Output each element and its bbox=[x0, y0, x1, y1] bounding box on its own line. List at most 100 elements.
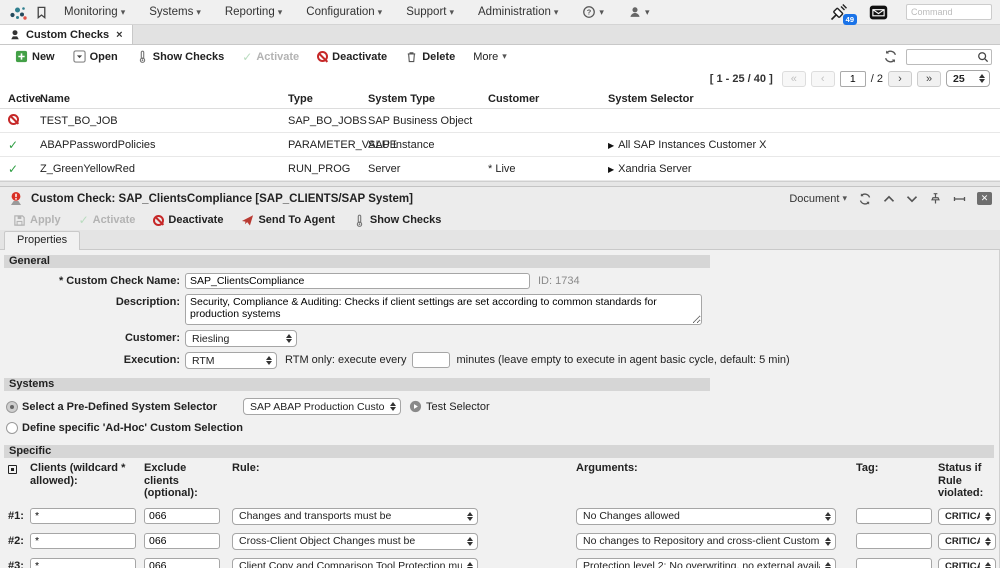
col-type[interactable]: Type bbox=[288, 93, 368, 105]
description-textarea[interactable]: Security, Compliance & Auditing: Checks … bbox=[185, 294, 702, 325]
clients-input[interactable] bbox=[30, 508, 136, 524]
chevron-up-icon[interactable] bbox=[883, 195, 895, 203]
activate-button: ✓Activate bbox=[72, 213, 143, 227]
deactivate-button[interactable]: Deactivate bbox=[146, 214, 230, 226]
select-all-checkbox[interactable] bbox=[8, 465, 17, 474]
chevron-down-icon: ▾ bbox=[449, 7, 454, 18]
exclude-clients-input[interactable] bbox=[144, 533, 220, 549]
custom-check-icon bbox=[9, 29, 21, 41]
close-tab-icon[interactable]: × bbox=[116, 29, 122, 41]
tag-input[interactable] bbox=[856, 558, 932, 568]
rule-select[interactable]: Changes and transports must be bbox=[232, 508, 478, 525]
menu-administration[interactable]: Administration▾ bbox=[469, 6, 567, 18]
clients-input[interactable] bbox=[30, 533, 136, 549]
menu-reporting[interactable]: Reporting▾ bbox=[216, 6, 291, 18]
col-tag: Tag: bbox=[856, 462, 932, 475]
custom-check-name-input[interactable] bbox=[185, 273, 530, 289]
menu-configuration[interactable]: Configuration▾ bbox=[297, 6, 391, 18]
chevron-down-icon: ▾ bbox=[502, 51, 507, 62]
table-row[interactable]: ✓ ABAPPasswordPolicies PARAMETER_VALUE S… bbox=[0, 133, 1000, 157]
col-clients: Clients (wildcard * allowed): bbox=[30, 462, 136, 487]
tag-input[interactable] bbox=[856, 533, 932, 549]
execution-hint-after: minutes (leave empty to execute in agent… bbox=[456, 352, 789, 366]
refresh-icon[interactable] bbox=[858, 192, 872, 206]
check-icon: ✓ bbox=[79, 213, 89, 227]
execution-label: Execution: bbox=[0, 352, 185, 366]
chevron-down-icon: ▾ bbox=[121, 7, 126, 18]
system-selector-select[interactable]: SAP ABAP Production Customer Y bbox=[243, 398, 401, 415]
test-selector-label[interactable]: Test Selector bbox=[426, 401, 490, 413]
col-customer[interactable]: Customer bbox=[488, 93, 608, 105]
chevron-down-icon[interactable] bbox=[906, 195, 918, 203]
menu-support[interactable]: Support▾ bbox=[397, 6, 463, 18]
adhoc-selection-label: Define specific 'Ad-Hoc' Custom Selectio… bbox=[22, 422, 243, 434]
agent-notifications[interactable]: 49 bbox=[829, 2, 849, 22]
bookmark-icon[interactable] bbox=[34, 5, 49, 20]
activate-button: ✓Activate bbox=[235, 50, 306, 64]
new-button[interactable]: New bbox=[8, 50, 62, 63]
menu-monitoring[interactable]: Monitoring▾ bbox=[55, 6, 134, 18]
cell-selector: All SAP Instances Customer X bbox=[618, 139, 766, 151]
tag-input[interactable] bbox=[856, 508, 932, 524]
pin-icon[interactable] bbox=[929, 192, 942, 205]
rule-select[interactable]: Cross-Client Object Changes must be bbox=[232, 533, 478, 550]
cell-system-type: SAP Instance bbox=[368, 139, 488, 151]
status-select[interactable]: CRITICAL bbox=[938, 508, 996, 525]
customer-select[interactable]: Riesling bbox=[185, 330, 297, 347]
argument-select[interactable]: No Changes allowed bbox=[576, 508, 836, 525]
trash-icon bbox=[405, 50, 418, 63]
apply-button: Apply bbox=[6, 214, 68, 227]
send-to-agent-button[interactable]: Send To Agent bbox=[234, 214, 341, 227]
customer-label: Customer: bbox=[0, 330, 185, 344]
close-panel-button[interactable]: ✕ bbox=[977, 192, 992, 205]
open-button[interactable]: Open bbox=[66, 50, 125, 63]
detach-icon[interactable] bbox=[953, 196, 966, 202]
test-selector-play-icon[interactable] bbox=[409, 400, 422, 413]
tab-label: Custom Checks bbox=[26, 29, 109, 41]
delete-button[interactable]: Delete bbox=[398, 50, 462, 63]
paper-plane-icon bbox=[241, 214, 254, 227]
status-select[interactable]: CRITICAL bbox=[938, 558, 996, 568]
execution-minutes-input[interactable] bbox=[412, 352, 450, 368]
last-page-button[interactable]: » bbox=[917, 71, 941, 87]
select-arrows-icon bbox=[266, 356, 272, 365]
predefined-selector-radio[interactable] bbox=[6, 401, 18, 413]
rule-select[interactable]: Client Copy and Comparison Tool Protecti… bbox=[232, 558, 478, 568]
command-input[interactable] bbox=[906, 4, 992, 20]
tab-properties[interactable]: Properties bbox=[4, 231, 80, 250]
description-label: Description: bbox=[0, 294, 185, 308]
show-checks-button[interactable]: Show Checks bbox=[346, 214, 449, 227]
exclude-clients-input[interactable] bbox=[144, 508, 220, 524]
tab-strip: Custom Checks × bbox=[0, 25, 1000, 45]
next-page-button[interactable]: › bbox=[888, 71, 912, 87]
section-systems: Systems bbox=[4, 378, 710, 391]
search-icon[interactable] bbox=[977, 51, 989, 63]
exclude-clients-input[interactable] bbox=[144, 558, 220, 568]
select-arrows-icon bbox=[467, 537, 473, 546]
deactivate-button[interactable]: Deactivate bbox=[310, 51, 394, 63]
execution-select[interactable]: RTM bbox=[185, 352, 277, 369]
messages-button[interactable] bbox=[869, 5, 888, 20]
user-menu[interactable]: ▾ bbox=[619, 5, 659, 19]
table-row[interactable]: TEST_BO_JOB SAP_BO_JOBS SAP Business Obj… bbox=[0, 109, 1000, 133]
adhoc-selection-radio[interactable] bbox=[6, 422, 18, 434]
argument-select[interactable]: Protection level 2: No overwriting, no e… bbox=[576, 558, 836, 568]
menu-systems[interactable]: Systems▾ bbox=[140, 6, 210, 18]
rule-row-2: #2: Cross-Client Object Changes must be … bbox=[8, 533, 999, 550]
col-name[interactable]: Name bbox=[40, 93, 288, 105]
more-button[interactable]: More▾ bbox=[466, 51, 514, 63]
table-row[interactable]: ✓ Z_GreenYellowRed RUN_PROG Server * Liv… bbox=[0, 157, 1000, 181]
page-input[interactable] bbox=[840, 71, 866, 87]
tab-custom-checks[interactable]: Custom Checks × bbox=[0, 25, 133, 44]
page-size-select[interactable]: 25 bbox=[946, 70, 990, 87]
document-menu[interactable]: Document▾ bbox=[789, 193, 847, 205]
col-system-type[interactable]: System Type bbox=[368, 93, 488, 105]
status-select[interactable]: CRITICAL bbox=[938, 533, 996, 550]
show-checks-button[interactable]: Show Checks bbox=[129, 50, 232, 63]
clients-input[interactable] bbox=[30, 558, 136, 568]
help-menu[interactable]: ▾ bbox=[573, 5, 613, 19]
col-active[interactable]: Active bbox=[8, 93, 40, 105]
refresh-icon[interactable] bbox=[883, 49, 898, 64]
argument-select[interactable]: No changes to Repository and cross-clien… bbox=[576, 533, 836, 550]
col-system-selector[interactable]: System Selector bbox=[608, 93, 1000, 105]
